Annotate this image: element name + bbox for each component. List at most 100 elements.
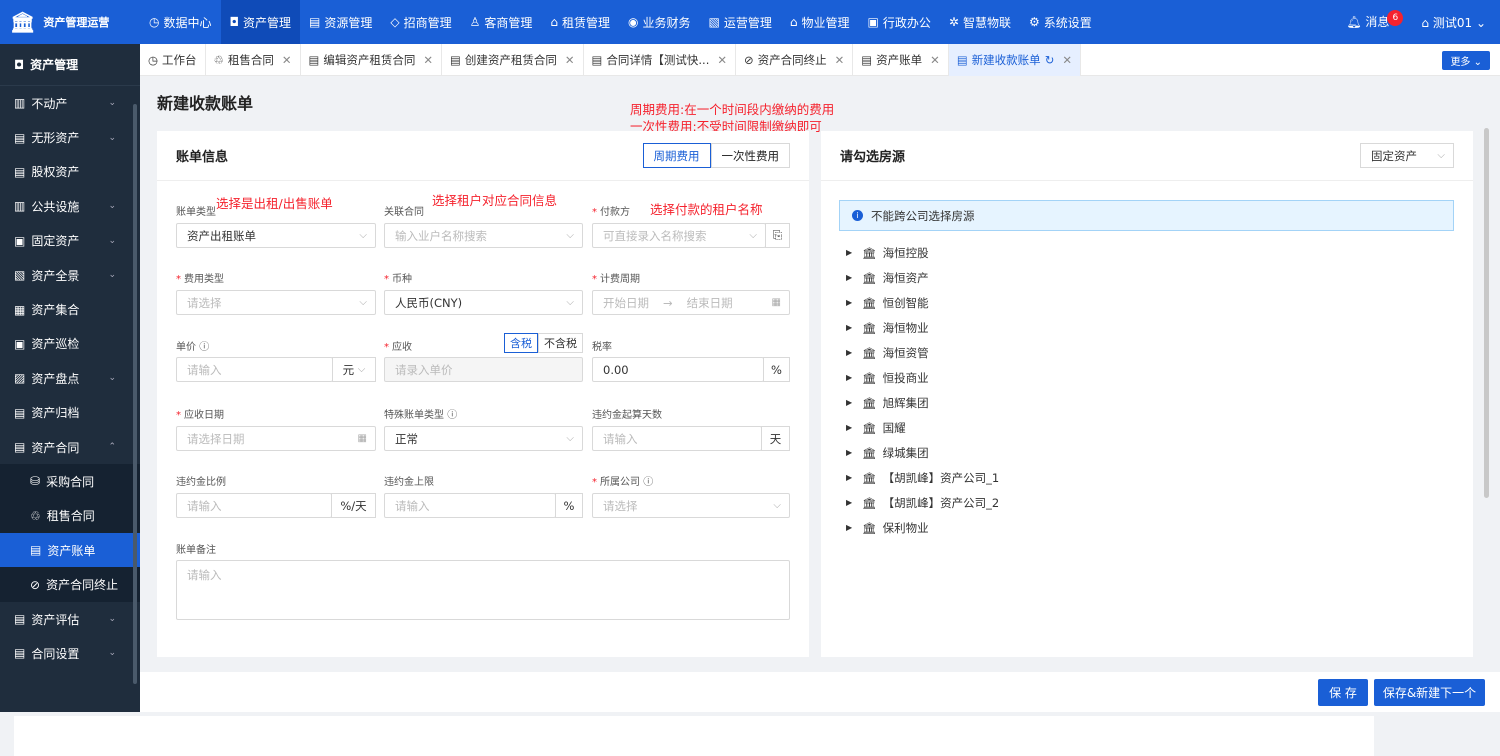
close-icon[interactable]: ✕ <box>423 53 433 67</box>
sidebar-item[interactable]: ▣ 固定资产 ⌄ <box>0 224 140 258</box>
help-icon[interactable]: ⓘ <box>199 342 209 353</box>
tree-node[interactable]: ▶ 🏛 恒创智能 <box>846 290 999 315</box>
tree-node[interactable]: ▶ 🏛 海恒资管 <box>846 340 999 365</box>
tab-item[interactable]: ♲ 租售合同 ✕ <box>206 43 301 76</box>
tax-rate-input[interactable]: 0.00 <box>592 357 764 382</box>
caret-right-icon[interactable]: ▶ <box>846 498 856 507</box>
caret-right-icon[interactable]: ▶ <box>846 273 856 282</box>
fee-type-select[interactable]: 请选择 ⌵ <box>176 290 376 315</box>
caret-right-icon[interactable]: ▶ <box>846 373 856 382</box>
tree-node[interactable]: ▶ 🏛 旭辉集团 <box>846 390 999 415</box>
copy-icon[interactable]: ⎘ <box>765 223 790 248</box>
sidebar-item[interactable]: ▥ 不动产 ⌄ <box>0 86 140 120</box>
tree-node[interactable]: ▶ 🏛 【胡凯峰】资产公司_1 <box>846 465 999 490</box>
close-icon[interactable]: ✕ <box>282 53 292 67</box>
help-icon[interactable]: ⓘ <box>643 477 653 488</box>
tree-node[interactable]: ▶ 🏛 保利物业 <box>846 515 999 540</box>
unit-price-unit-select[interactable]: 元 ⌵ <box>332 357 376 382</box>
topnav-item[interactable]: ♙ 客商管理 <box>461 0 542 44</box>
due-date-picker[interactable]: 请选择日期 ▦ <box>176 426 376 451</box>
submenu-item[interactable]: ⊘ 资产合同终止 <box>0 567 140 601</box>
topnav-item[interactable]: ▣ 行政办公 <box>859 0 940 44</box>
sidebar-item[interactable]: ▤ 无形资产 ⌄ <box>0 120 140 154</box>
sidebar-item[interactable]: ▨ 资产盘点 ⌄ <box>0 361 140 395</box>
topnav-item[interactable]: ▤ 资源管理 <box>300 0 381 44</box>
caret-right-icon[interactable]: ▶ <box>846 523 856 532</box>
sidebar-item[interactable]: ▣ 资产巡检 <box>0 327 140 361</box>
app-logo[interactable]: 🏛 资产管理运营 <box>0 0 140 44</box>
tab-item[interactable]: ▤ 合同详情【测试快... ✕ <box>584 43 737 76</box>
tab-item[interactable]: ▤ 创建资产租赁合同 ✕ <box>442 43 584 76</box>
periodic-fee-option[interactable]: 周期费用 <box>642 143 711 168</box>
close-icon[interactable]: ✕ <box>717 53 727 67</box>
caret-right-icon[interactable]: ▶ <box>846 248 856 257</box>
save-button[interactable]: 保 存 <box>1318 679 1368 706</box>
tax-excluded-option[interactable]: 不含税 <box>538 333 583 353</box>
topnav-item[interactable]: ⌂ 物业管理 <box>781 0 859 44</box>
help-icon[interactable]: ⓘ <box>447 410 457 421</box>
sidebar-item[interactable]: ▦ 资产集合 <box>0 292 140 326</box>
caret-right-icon[interactable]: ▶ <box>846 323 856 332</box>
save-and-new-button[interactable]: 保存&新建下一个 <box>1374 679 1485 706</box>
contract-select[interactable]: 输入业户名称搜索 ⌵ <box>384 223 583 248</box>
currency-select[interactable]: 人民币(CNY) ⌵ <box>384 290 583 315</box>
topnav-item[interactable]: ◇ 招商管理 <box>381 0 460 44</box>
submenu-item[interactable]: ⛁ 采购合同 <box>0 464 140 498</box>
topnav-item[interactable]: ◷ 数据中心 <box>140 0 221 44</box>
topnav-item[interactable]: ◘ 资产管理 <box>220 0 301 44</box>
penalty-cap-input[interactable]: 请输入 <box>384 493 556 518</box>
tree-node[interactable]: ▶ 🏛 绿城集团 <box>846 440 999 465</box>
user-menu[interactable]: ⌂ 测试01 ⌄ <box>1421 14 1486 31</box>
caret-right-icon[interactable]: ▶ <box>846 398 856 407</box>
sidebar-scrollbar[interactable] <box>133 104 137 684</box>
onetime-fee-option[interactable]: 一次性费用 <box>710 143 790 168</box>
sidebar-item[interactable]: ▧ 资产全景 ⌄ <box>0 258 140 292</box>
tab-item[interactable]: ⊘ 资产合同终止 ✕ <box>736 43 854 76</box>
tree-node[interactable]: ▶ 🏛 国耀 <box>846 415 999 440</box>
submenu-item[interactable]: ♲ 租售合同 <box>0 499 140 533</box>
remark-textarea[interactable]: 请输入 <box>176 560 790 620</box>
caret-right-icon[interactable]: ▶ <box>846 298 856 307</box>
unit-price-input[interactable]: 请输入 <box>176 357 333 382</box>
bill-type-select[interactable]: 资产出租账单 ⌵ <box>176 223 376 248</box>
tree-node[interactable]: ▶ 🏛 海恒控股 <box>846 240 999 265</box>
submenu-item[interactable]: ▤ 资产账单 <box>0 533 140 568</box>
close-icon[interactable]: ✕ <box>565 53 575 67</box>
sidebar-item[interactable]: ▤ 资产合同 ⌃ <box>0 430 140 464</box>
special-bill-select[interactable]: 正常 ⌵ <box>384 426 583 451</box>
topnav-item[interactable]: ⚙ 系统设置 <box>1020 0 1101 44</box>
caret-right-icon[interactable]: ▶ <box>846 348 856 357</box>
sidebar-item[interactable]: ▤ 股权资产 <box>0 155 140 189</box>
penalty-ratio-input[interactable]: 请输入 <box>176 493 332 518</box>
tab-item[interactable]: ▤ 资产账单 ✕ <box>853 43 949 76</box>
refresh-icon[interactable]: ↻ <box>1045 53 1055 67</box>
caret-right-icon[interactable]: ▶ <box>846 423 856 432</box>
tax-included-option[interactable]: 含税 <box>504 333 538 353</box>
tab-item[interactable]: ◷ 工作台 <box>140 43 206 76</box>
close-icon[interactable]: ✕ <box>930 53 940 67</box>
page-scrollbar[interactable] <box>1484 128 1489 498</box>
period-range-picker[interactable]: 开始日期 → 结束日期 ▦ <box>592 290 790 315</box>
tree-node[interactable]: ▶ 🏛 海恒物业 <box>846 315 999 340</box>
caret-right-icon[interactable]: ▶ <box>846 473 856 482</box>
close-icon[interactable]: ✕ <box>835 53 845 67</box>
more-tabs-button[interactable]: 更多 ⌄ <box>1442 51 1490 70</box>
topnav-item[interactable]: ✲ 智慧物联 <box>940 0 1020 44</box>
topnav-item[interactable]: ⌂ 租赁管理 <box>541 0 619 44</box>
tree-node[interactable]: ▶ 🏛 恒投商业 <box>846 365 999 390</box>
topnav-item[interactable]: ▧ 运营管理 <box>700 0 781 44</box>
tab-item[interactable]: ▤ 新建收款账单 ↻ ✕ <box>948 43 1081 76</box>
payer-select[interactable]: 可直接录入名称搜索 ⌵ <box>592 223 766 248</box>
collapse-menu-icon[interactable]: ☰ <box>14 716 1374 756</box>
sidebar-item[interactable]: ▤ 资产评估 ⌄ <box>0 602 140 636</box>
topnav-item[interactable]: ◉ 业务财务 <box>619 0 700 44</box>
tree-node[interactable]: ▶ 🏛 海恒资产 <box>846 265 999 290</box>
company-select[interactable]: 请选择 ⌵ <box>592 493 790 518</box>
caret-right-icon[interactable]: ▶ <box>846 448 856 457</box>
sidebar-item[interactable]: ▤ 资产归档 <box>0 396 140 430</box>
asset-type-select[interactable]: 固定资产 ⌵ <box>1360 143 1454 168</box>
close-icon[interactable]: ✕ <box>1062 53 1072 67</box>
messages-button[interactable]: 🔔︎ 消息 6 <box>1346 9 1404 32</box>
tree-node[interactable]: ▶ 🏛 【胡凯峰】资产公司_2 <box>846 490 999 515</box>
sidebar-item[interactable]: ▥ 公共设施 ⌄ <box>0 189 140 223</box>
